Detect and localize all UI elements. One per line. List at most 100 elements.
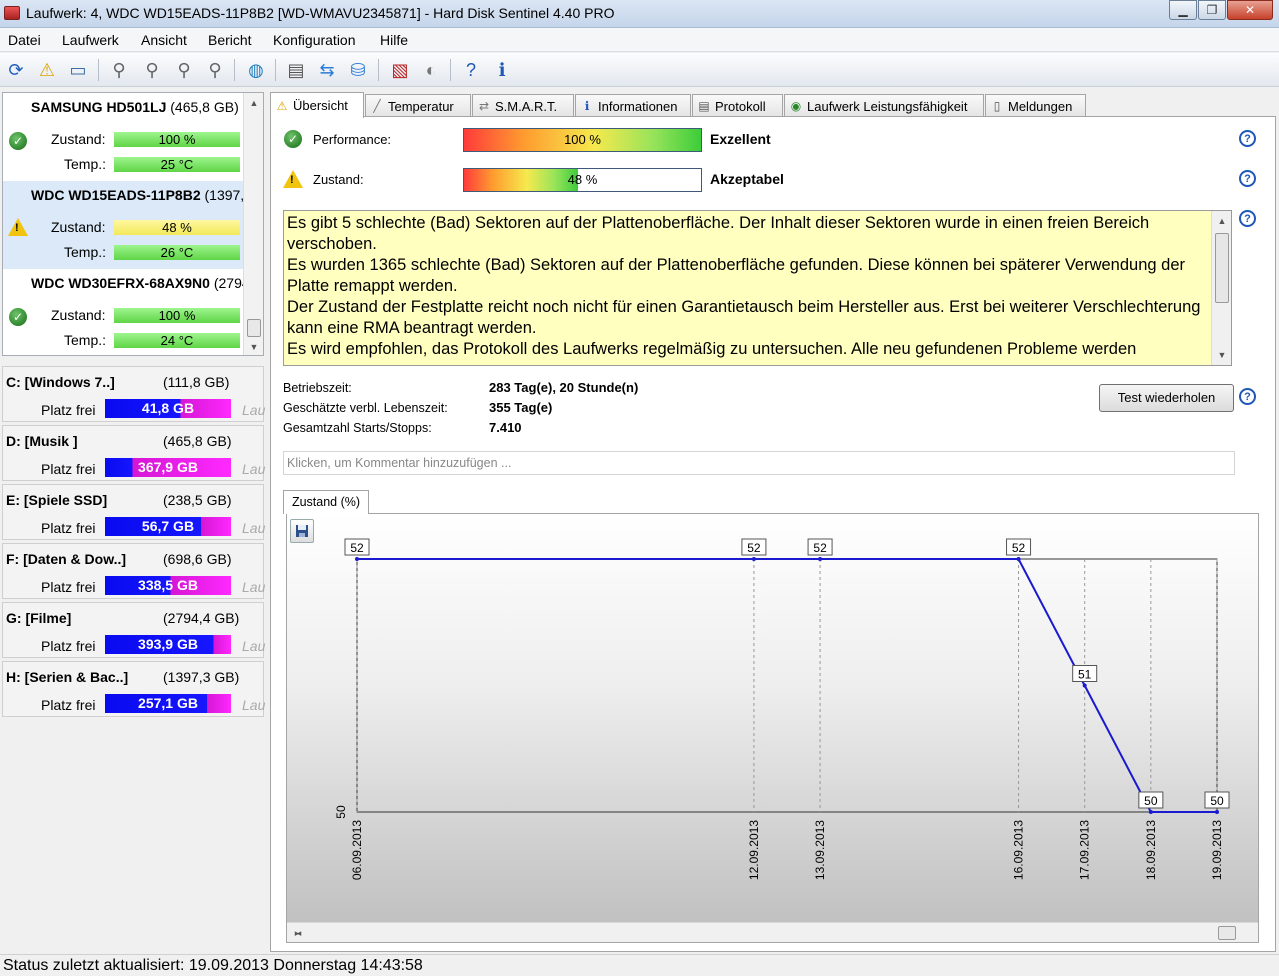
- tab-smart[interactable]: ⇄ S.M.A.R.T.: [472, 94, 574, 117]
- report-icon[interactable]: ▧: [388, 58, 412, 82]
- satellite-3-icon[interactable]: ⚲: [172, 58, 196, 82]
- volume-size: (2794,4 GB): [163, 610, 240, 626]
- sync-icon[interactable]: ⇆: [315, 58, 339, 82]
- volume-name: G: [Filme]: [6, 610, 72, 626]
- scroll-up-icon[interactable]: ▲: [1212, 213, 1231, 229]
- disk-item-wdc-wd15eads[interactable]: WDC WD15EADS-11P8B2 (1397,3 GB) ! Zustan…: [3, 181, 263, 269]
- health-message-box[interactable]: Es gibt 5 schlechte (Bad) Sektoren auf d…: [283, 210, 1232, 366]
- plot-frame: [356, 558, 1218, 813]
- volume-free-bar: 367,9 GB: [105, 458, 231, 477]
- menu-ansicht[interactable]: Ansicht: [141, 32, 187, 48]
- data-point: [1016, 557, 1021, 561]
- message-line: Es wird empfohlen, das Protokoll des Lau…: [287, 340, 1137, 358]
- help-icon[interactable]: ?: [1239, 388, 1256, 405]
- data-label: 52: [350, 541, 364, 555]
- chart-plot: 52 52 52 525150 5006.09.2013 12.09.2013 13.09.…: [334, 538, 1230, 880]
- help-icon[interactable]: ?: [1239, 210, 1256, 227]
- help-icon[interactable]: ?: [1239, 170, 1256, 187]
- volume-item-d[interactable]: D: [Musik ] (465,8 GB) Platz frei 367,9 …: [2, 425, 266, 481]
- chart-tab-health[interactable]: Zustand (%): [283, 490, 369, 514]
- minimize-button[interactable]: ▁: [1169, 0, 1197, 20]
- disk-state-label: Zustand:: [51, 219, 106, 235]
- info-icon[interactable]: ℹ: [490, 58, 514, 82]
- refresh-icon[interactable]: ⟳: [4, 58, 28, 82]
- disk-list-scrollbar[interactable]: ▲ ▼: [243, 93, 263, 355]
- disk-size: (465,8 GB): [170, 99, 239, 115]
- disk-temp-label: Temp.:: [64, 156, 107, 172]
- warning-icon: !: [8, 218, 28, 236]
- tab-label: S.M.A.R.T.: [495, 98, 558, 114]
- overview-pane: ✓ Performance: 100 % Exzellent ? ! Zusta…: [270, 116, 1276, 952]
- volume-free-label: Platz frei: [41, 697, 96, 713]
- disk-list: SAMSUNG HD501LJ (465,8 GB) ✓ Zustand: 10…: [2, 92, 264, 356]
- disk-icon[interactable]: ▭: [66, 58, 90, 82]
- scroll-thumb[interactable]: [1215, 233, 1229, 303]
- document-icon: ▤: [698, 99, 710, 113]
- starts-value: 7.410: [489, 420, 522, 435]
- volume-trail-text: Lau: [242, 402, 266, 418]
- document-icon[interactable]: ▤: [284, 58, 308, 82]
- disk-temp-value: 24 °C: [114, 333, 240, 348]
- data-label: 52: [813, 541, 827, 555]
- menu-bericht[interactable]: Bericht: [208, 32, 252, 48]
- message-scrollbar[interactable]: ▲ ▼: [1211, 211, 1231, 365]
- volume-trail-text: Lau: [242, 461, 266, 477]
- ok-check-icon: ✓: [9, 308, 27, 326]
- volume-free-label: Platz frei: [41, 520, 96, 536]
- menu-laufwerk[interactable]: Laufwerk: [62, 32, 119, 48]
- menu-konfiguration[interactable]: Konfiguration: [273, 32, 356, 48]
- ok-check-icon: ✓: [284, 130, 302, 148]
- volume-name: F: [Daten & Dow..]: [6, 551, 127, 567]
- volume-item-h[interactable]: H: [Serien & Bac..] (1397,3 GB) Platz fr…: [2, 661, 265, 717]
- satellite-1-icon[interactable]: ⚲: [107, 58, 131, 82]
- data-point: [751, 557, 756, 561]
- disk-item-samsung[interactable]: SAMSUNG HD501LJ (465,8 GB) ✓ Zustand: 10…: [3, 93, 243, 181]
- network-icon[interactable]: ⛁: [346, 58, 370, 82]
- comment-input[interactable]: Klicken, um Kommentar hinzuzufügen ...: [283, 451, 1235, 475]
- volume-item-g[interactable]: G: [Filme] (2794,4 GB) Platz frei 393,9 …: [2, 602, 265, 658]
- data-point: [355, 557, 359, 561]
- tab-overview[interactable]: ⚠ Übersicht: [270, 92, 364, 118]
- menu-hilfe[interactable]: Hilfe: [380, 32, 408, 48]
- message-line: Der Zustand der Festplatte reicht noch n…: [287, 298, 1201, 337]
- disk-item-wdc-wd30efrx[interactable]: WDC WD30EFRX-68AX9N0 (2794,4 GB) ✓ Zusta…: [3, 269, 263, 355]
- maximize-button[interactable]: ❐: [1198, 0, 1226, 20]
- performance-bar: 100 %: [463, 128, 702, 152]
- data-label: 52: [747, 541, 761, 555]
- tab-label: Temperatur: [388, 98, 454, 114]
- satellite-2-icon[interactable]: ⚲: [140, 58, 164, 82]
- data-label: 50: [1210, 794, 1224, 808]
- tab-label: Protokoll: [715, 98, 766, 114]
- close-button[interactable]: ✕: [1227, 0, 1273, 20]
- scroll-down-icon[interactable]: ▼: [244, 339, 263, 355]
- tab-information[interactable]: ℹ Informationen: [575, 94, 691, 117]
- menu-datei[interactable]: Datei: [8, 32, 41, 48]
- tab-log[interactable]: ▤ Protokoll: [692, 94, 783, 117]
- volume-size: (1397,3 GB): [163, 669, 240, 685]
- alert-icon[interactable]: ⚠: [35, 58, 59, 82]
- satellite-4-icon[interactable]: ⚲: [203, 58, 227, 82]
- help-icon[interactable]: ?: [459, 58, 483, 82]
- globe-icon[interactable]: ◍: [244, 58, 268, 82]
- scroll-down-icon[interactable]: ▼: [1212, 347, 1231, 363]
- chart-scrollbar[interactable]: ◂ ▸: [287, 922, 1258, 942]
- volume-free-bar: 338,5 GB: [105, 576, 231, 595]
- retest-button[interactable]: Test wiederholen: [1099, 384, 1234, 412]
- volume-item-e[interactable]: E: [Spiele SSD] (238,5 GB) Platz frei 56…: [2, 484, 265, 540]
- help-icon[interactable]: ?: [1239, 130, 1256, 147]
- volume-item-f[interactable]: F: [Daten & Dow..] (698,6 GB) Platz frei…: [2, 543, 265, 599]
- volume-item-c[interactable]: C: [Windows 7..] (111,8 GB) Platz frei 4…: [2, 366, 266, 422]
- scroll-up-icon[interactable]: ▲: [244, 95, 263, 111]
- speaker-icon[interactable]: ◐: [419, 58, 443, 82]
- tab-performance[interactable]: ◉ Laufwerk Leistungsfähigkeit: [784, 94, 984, 117]
- tab-temperature[interactable]: ╱ Temperatur: [365, 94, 471, 117]
- data-point: [1082, 683, 1087, 688]
- toolbar: ⟳ ⚠ ▭ ⚲ ⚲ ⚲ ⚲ ◍ ▤ ⇆ ⛁ ▧ ◐ ? ℹ: [0, 53, 1279, 87]
- scroll-thumb[interactable]: [1218, 926, 1236, 940]
- tab-messages[interactable]: ▯ Meldungen: [985, 94, 1086, 117]
- performance-label: Performance:: [313, 132, 392, 147]
- uptime-value: 283 Tag(e), 20 Stunde(n): [489, 380, 639, 395]
- menu-bar: Datei Laufwerk Ansicht Bericht Konfigura…: [0, 28, 1279, 52]
- scroll-right-icon[interactable]: ▸: [287, 925, 307, 941]
- scroll-thumb[interactable]: [247, 319, 261, 337]
